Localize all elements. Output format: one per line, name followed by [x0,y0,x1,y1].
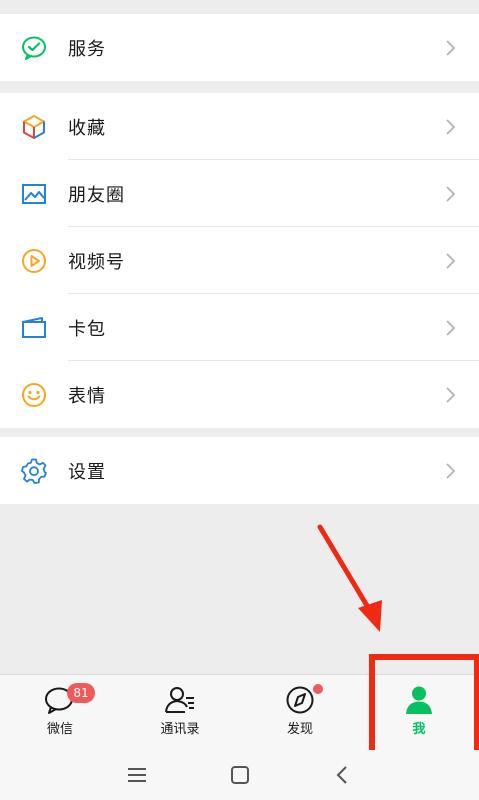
unread-badge: 81 [67,683,95,703]
chevron-right-icon [446,118,456,135]
menu-item-label: 视频号 [68,251,125,273]
image-icon [20,180,48,208]
tab-label: 微信 [46,722,73,737]
menu-item-label: 收藏 [68,117,106,139]
tab-chats[interactable]: 81 微信 [0,675,120,751]
menu-icon[interactable] [122,760,152,790]
tab-contacts[interactable]: 通讯录 [120,675,240,751]
smiley-icon [20,381,48,409]
menu-item-services[interactable]: 服务 [0,14,479,81]
chevron-right-icon [446,39,456,56]
play-circle-icon [20,247,48,275]
chevron-right-icon [446,319,456,336]
system-navigation-bar [0,750,479,800]
tab-label: 发现 [286,722,313,737]
menu-item-label: 设置 [68,461,106,483]
services-group: 服务 [0,14,479,81]
menu-item-stickers[interactable]: 表情 [0,361,479,428]
gear-icon [20,457,48,485]
settings-group: 设置 [0,437,479,504]
notification-dot [313,684,323,694]
chevron-right-icon [446,462,456,479]
tab-discover[interactable]: 发现 [240,675,360,751]
annotation-arrow [317,524,382,632]
menu-item-label: 表情 [68,385,106,407]
cube-icon [20,113,48,141]
contacts-icon [165,687,194,713]
features-group: 收藏 朋友圈 视频号 卡包 表情 [0,93,479,428]
menu-item-moments[interactable]: 朋友圈 [0,160,479,227]
menu-item-favorites[interactable]: 收藏 [0,93,479,160]
menu-item-settings[interactable]: 设置 [0,437,479,504]
wallet-icon [20,314,48,342]
back-icon[interactable] [328,760,358,790]
menu-item-label: 服务 [68,38,106,60]
chevron-right-icon [446,386,456,403]
compass-icon [286,686,314,714]
menu-item-channels[interactable]: 视频号 [0,227,479,294]
top-divider-strip [0,0,479,14]
menu-item-cards[interactable]: 卡包 [0,294,479,361]
chevron-right-icon [446,252,456,269]
chevron-right-icon [446,185,456,202]
menu-item-label: 朋友圈 [68,184,125,206]
tab-label: 通讯录 [160,722,200,737]
wechat-pay-icon [20,34,48,62]
menu-item-label: 卡包 [68,318,106,340]
home-icon[interactable] [225,760,255,790]
